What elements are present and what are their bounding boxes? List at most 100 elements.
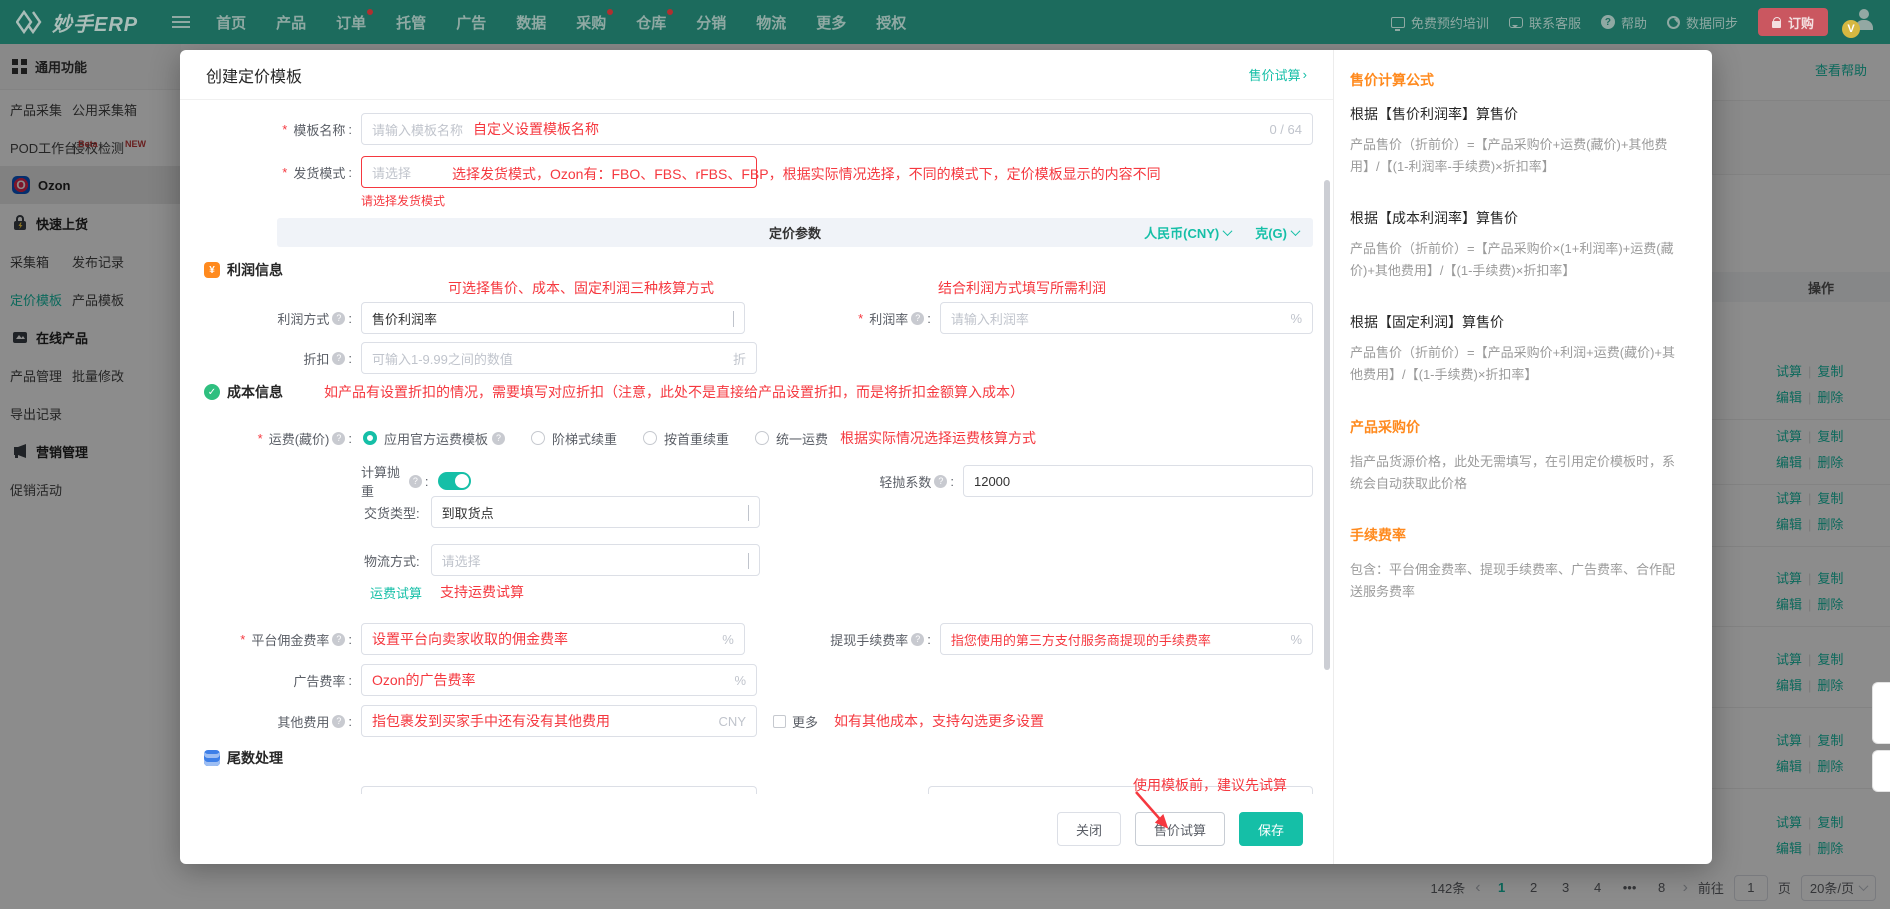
radio-official-template[interactable]: 应用官方运费模板 ? [363,429,505,448]
currency-select[interactable]: 人民币(CNY) [1144,223,1231,242]
radio-icon [755,431,769,445]
delivery-type-label: 交货类型: [364,503,420,522]
radio-tiered-weight[interactable]: 阶梯式续重 [531,429,617,448]
template-name-input[interactable]: 请输入模板名称 自定义设置模板名称 0 / 64 [361,113,1313,145]
help-icon[interactable]: ? [332,715,345,728]
radio-flat-freight[interactable]: 统一运费 [755,429,828,448]
chevron-down-icon [748,505,749,521]
radio-first-continue-weight[interactable]: 按首重续重 [643,429,729,448]
dialog-form-pane: 创建定价模板 售价试算› 模板名称 请输入模板名称 自定义设置模板名称 0 / … [180,50,1333,864]
discount-input[interactable]: 可输入1-9.99之间的数值 折 [361,342,757,374]
logistics-select[interactable]: 请选择 [431,544,760,576]
commission-row: 平台佣金费率? 设置平台向卖家收取的佣金费率 % 提现手续费率? 指您使用的第三… [180,623,1313,655]
menu-products[interactable]: 产品 [276,12,306,33]
subscribe-button[interactable]: 订购 [1758,8,1828,36]
fee-rate-title: 手续费率 [1350,525,1686,545]
withdraw-fee-input[interactable]: 指您使用的第三方支付服务商提现的手续费率 % [940,623,1313,655]
help-icon[interactable]: ? [332,432,345,445]
logistics-row: 物流方式: 请选择 [180,544,1313,576]
menu-purchase[interactable]: 采购 [576,12,606,33]
formula-1-body: 产品售价（折前价）=【产品采购价+运费(藏价)+其他费用】/【(1-利润率-手续… [1350,134,1686,178]
commission-label: 平台佣金费率? [180,630,352,649]
app-root: 通用功能 产品采集 公用采集箱 POD工作台Beta 侵权检测NEW Ozon … [0,0,1890,909]
help-icon[interactable]: ? [934,475,947,488]
help-link[interactable]: ?帮助 [1601,13,1647,32]
floating-widget[interactable] [1872,750,1890,792]
ad-rate-input[interactable]: Ozon的广告费率 % [361,664,757,696]
withdraw-fee-label: 提现手续费率? [773,630,931,649]
free-training-link[interactable]: 免费预约培训 [1391,13,1489,32]
formula-2-heading: 根据【成本利润率】算售价 [1350,208,1686,228]
menu-hosting[interactable]: 托管 [396,12,426,33]
help-icon[interactable]: ? [911,312,924,325]
weight-unit-select[interactable]: 克(G) [1255,223,1299,242]
close-button[interactable]: 关闭 [1057,812,1121,846]
help-icon[interactable]: ? [332,633,345,646]
help-icon[interactable]: ? [911,633,924,646]
data-sync-link[interactable]: 数据同步 [1667,13,1738,32]
create-pricing-template-dialog: 创建定价模板 售价试算› 模板名称 请输入模板名称 自定义设置模板名称 0 / … [180,50,1712,864]
menu-more[interactable]: 更多 [816,12,846,33]
checkbox-icon [773,715,786,728]
help-icon[interactable]: ? [409,475,422,488]
price-formula-help-panel: 售价计算公式 根据【售价利润率】算售价 产品售价（折前价）=【产品采购价+运费(… [1333,50,1712,864]
tail-partial-input[interactable] [361,786,757,794]
freight-mode-row: 运费(藏价)? 应用官方运费模板 ? 阶梯式续重 按首重续重 [180,428,1313,448]
discount-row: 折扣? 可输入1-9.99之间的数值 折 [180,342,1313,374]
profit-method-label: 利润方式? [180,309,352,328]
pricing-params-bar: 定价参数 人民币(CNY) 克(G) [277,218,1313,247]
form-scrollbar[interactable] [1324,180,1330,670]
char-counter: 0 / 64 [1261,122,1302,137]
price-trial-top-link[interactable]: 售价试算› [1249,65,1307,84]
chevron-down-icon [1291,226,1301,236]
cost-section-header: ✓ 成本信息 如产品有设置折扣的情况，需要填写对应折扣（注意，此处不是直接给产品… [204,382,1024,402]
annotation-template-name: 自定义设置模板名称 [473,119,599,139]
dialog-body: 模板名称 请输入模板名称 自定义设置模板名称 0 / 64 发货模式 请选择 选… [180,100,1333,794]
help-icon[interactable]: ? [332,312,345,325]
menu-warehouse[interactable]: 仓库 [636,12,666,33]
top-navbar: 妙手ERP 首页 产品 订单 托管 广告 数据 采购 仓库 分销 物流 更多 授… [0,0,1890,44]
training-icon [1391,17,1405,28]
throw-weight-label: 计算抛重?: [361,462,428,500]
help-icon[interactable]: ? [332,352,345,365]
annotation-profit-methods: 可选择售价、成本、固定利润三种核算方式 [448,278,714,298]
menu-orders[interactable]: 订单 [336,12,366,33]
delivery-type-select[interactable]: 到取货点 [431,496,760,528]
shipping-mode-error: 请选择发货模式 [361,192,445,209]
menu-data[interactable]: 数据 [516,12,546,33]
menu-distribution[interactable]: 分销 [696,12,726,33]
freight-trial-link[interactable]: 运费试算 [370,583,422,602]
user-avatar[interactable]: V [1848,9,1874,35]
shipping-mode-label: 发货模式 [180,163,352,182]
menu-home[interactable]: 首页 [216,12,246,33]
commission-input[interactable]: 设置平台向卖家收取的佣金费率 % [361,623,745,655]
question-icon: ? [1601,15,1615,29]
radio-icon [643,431,657,445]
more-checkbox[interactable]: 更多 [773,712,818,731]
profit-section-header: ¥ 利润信息 [204,260,283,280]
tail-section-header: 尾数处理 [204,748,283,768]
profit-rate-input[interactable]: 请输入利润率 % [940,302,1313,334]
profit-method-select[interactable]: 售价利润率 [361,302,745,334]
freight-trial-row: 运费试算 支持运费试算 [180,582,1313,602]
menu-logistics[interactable]: 物流 [756,12,786,33]
annotation-freight-trial: 支持运费试算 [440,582,524,602]
annotation-profit-rate: 结合利润方式填写所需利润 [938,278,1106,298]
coeff-input[interactable]: 12000 [963,465,1313,497]
radio-selected-icon [363,431,377,445]
help-icon[interactable]: ? [492,432,505,445]
menu-authorization[interactable]: 授权 [876,12,906,33]
throw-weight-toggle-on[interactable] [438,472,471,490]
annotation-shipping-mode: 选择发货模式，Ozon有：FBO、FBS、rFBS、FBP，根据实际情况选择，不… [452,164,1161,184]
menu-ads[interactable]: 广告 [456,12,486,33]
hamburger-menu-icon[interactable] [172,16,190,28]
ad-rate-label: 广告费率 [180,671,352,690]
save-button[interactable]: 保存 [1239,812,1303,846]
floating-widget[interactable] [1872,682,1890,744]
brand-logo[interactable]: 妙手ERP [16,8,138,37]
other-fees-row: 其他费用? 指包裹发到买家手中还有没有其他费用 CNY 更多 如有其他成本，支持… [180,705,1313,737]
contact-support-link[interactable]: 联系客服 [1509,13,1581,32]
annotation-other-fees: 指包裹发到买家手中还有没有其他费用 [372,711,610,731]
other-fees-input[interactable]: 指包裹发到买家手中还有没有其他费用 CNY [361,705,757,737]
navbar-right: 免费预约培训 联系客服 ?帮助 数据同步 订购 V [1391,8,1874,36]
